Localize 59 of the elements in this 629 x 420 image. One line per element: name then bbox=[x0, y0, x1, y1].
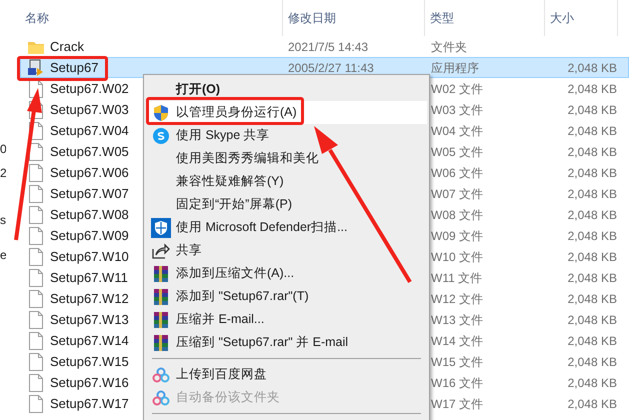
size-text: 2,048 KB bbox=[568, 396, 617, 410]
type-text: W14 文件 bbox=[431, 334, 484, 348]
size-text: 2,048 KB bbox=[568, 312, 617, 326]
type-text: W03 文件 bbox=[431, 102, 484, 116]
date-text: 2021/7/5 14:43 bbox=[288, 40, 368, 54]
type-text: 文件夹 bbox=[431, 40, 467, 54]
file-name: Setup67.W07 bbox=[50, 184, 129, 203]
size-text: 2,048 KB bbox=[568, 208, 617, 222]
file-name: Setup67.W03 bbox=[50, 100, 129, 119]
file-name: Setup67.W17 bbox=[50, 394, 129, 413]
file-name: Setup67.W12 bbox=[50, 290, 129, 308]
size-text: 2,048 KB bbox=[568, 354, 617, 368]
size-text: 2,048 KB bbox=[568, 334, 617, 348]
type-text: W04 文件 bbox=[431, 124, 484, 138]
type-text: W17 文件 bbox=[431, 396, 484, 410]
type-text: W05 文件 bbox=[431, 144, 484, 158]
file-name: Setup67.W11 bbox=[50, 268, 128, 287]
type-text: W09 文件 bbox=[431, 228, 484, 242]
size-text: 2,048 KB bbox=[568, 292, 617, 306]
type-text: W10 文件 bbox=[431, 250, 484, 264]
size-text: 2,048 KB bbox=[568, 166, 617, 180]
size-text: 2,048 KB bbox=[568, 82, 617, 96]
file-name: Setup67.W15 bbox=[50, 352, 129, 371]
type-text: W15 文件 bbox=[431, 354, 484, 368]
file-name: Setup67 bbox=[50, 58, 98, 77]
file-name: Setup67.W08 bbox=[50, 206, 129, 224]
type-text: W08 文件 bbox=[431, 208, 484, 222]
type-text: W11 文件 bbox=[431, 270, 482, 284]
type-text: W02 文件 bbox=[431, 82, 484, 96]
file-name: Setup67.W02 bbox=[50, 80, 129, 98]
size-text: 2,048 KB bbox=[568, 124, 617, 138]
sidebar-text: 2 bbox=[0, 166, 6, 180]
file-name: Setup67.W13 bbox=[50, 310, 129, 329]
file-name: Setup67.W14 bbox=[50, 332, 129, 350]
type-text: W06 文件 bbox=[431, 166, 484, 180]
file-name: Setup67.W06 bbox=[50, 164, 129, 182]
size-text: 2,048 KB bbox=[568, 102, 617, 116]
type-text: W13 文件 bbox=[431, 312, 484, 326]
size-text: 2,048 KB bbox=[568, 376, 617, 390]
type-text: W07 文件 bbox=[431, 186, 484, 200]
file-name: Setup67.W10 bbox=[50, 248, 129, 266]
type-text: 应用程序 bbox=[431, 60, 479, 74]
file-name: Setup67.W16 bbox=[50, 374, 129, 392]
size-text: 2,048 KB bbox=[568, 228, 617, 242]
date-text: 2005/2/27 11:43 bbox=[288, 60, 374, 74]
size-text: 2,048 KB bbox=[568, 144, 617, 158]
file-name: Crack bbox=[50, 38, 84, 56]
sidebar-text: 0 bbox=[0, 142, 6, 156]
file-name: Setup67.W05 bbox=[50, 142, 129, 161]
file-name: Setup67.W04 bbox=[50, 122, 129, 140]
type-text: W12 文件 bbox=[431, 292, 484, 306]
sidebar-text: s bbox=[0, 213, 6, 227]
size-text: 2,048 KB bbox=[568, 60, 617, 74]
size-text: 2,048 KB bbox=[568, 186, 617, 200]
sidebar-text: e bbox=[0, 248, 6, 262]
type-text: W16 文件 bbox=[431, 376, 484, 390]
file-name: Setup67.W09 bbox=[50, 226, 129, 245]
size-text: 2,048 KB bbox=[568, 250, 617, 264]
size-text: 2,048 KB bbox=[568, 270, 617, 284]
